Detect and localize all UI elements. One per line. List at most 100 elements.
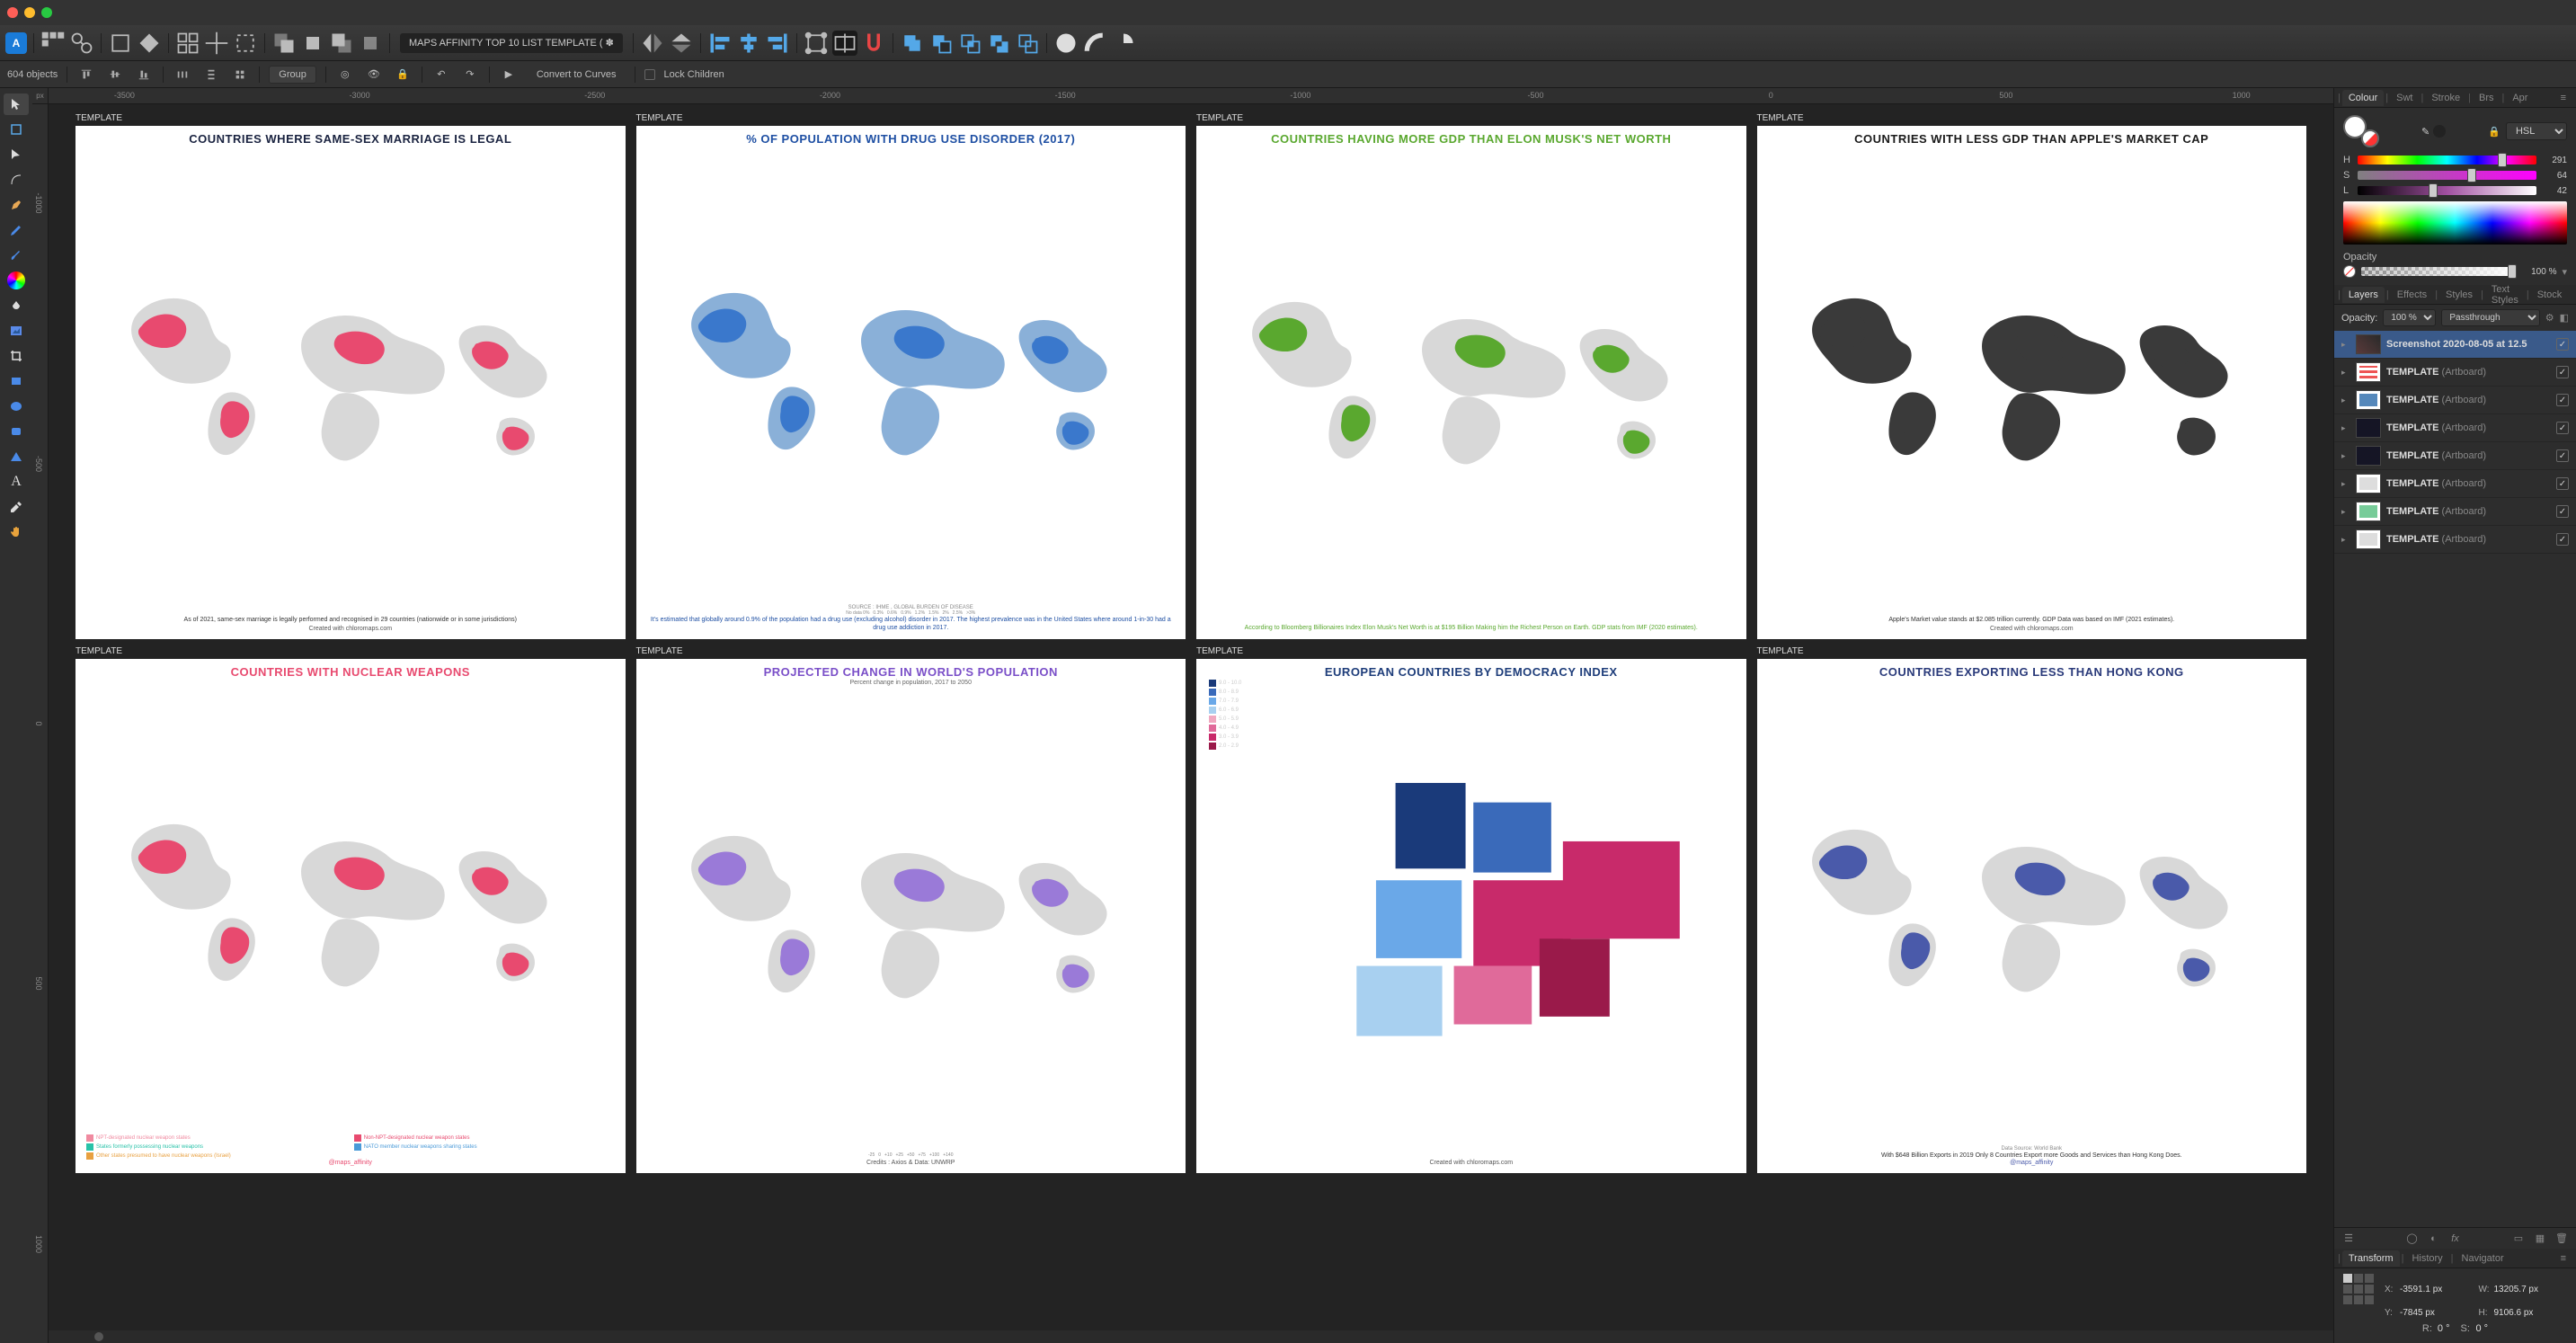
- transform-y[interactable]: Y:-7845 px: [2385, 1308, 2474, 1318]
- artboard-tool[interactable]: [4, 119, 29, 140]
- layer-row[interactable]: ▸ TEMPLATE (Artboard) ✓: [2334, 414, 2576, 442]
- layer-row[interactable]: ▸ TEMPLATE (Artboard) ✓: [2334, 498, 2576, 526]
- text-tool[interactable]: A: [4, 471, 29, 493]
- align-right-icon[interactable]: [765, 31, 790, 56]
- layer-visibility-checkbox[interactable]: ✓: [2556, 366, 2569, 378]
- transform-shear[interactable]: S:0 °: [2461, 1323, 2489, 1334]
- pen-tool[interactable]: [4, 194, 29, 216]
- fx-icon[interactable]: fx: [2448, 1233, 2463, 1244]
- group-button[interactable]: Group: [269, 66, 316, 84]
- boolean-xor-icon[interactable]: [986, 31, 1011, 56]
- layer-visibility-checkbox[interactable]: ✓: [2556, 338, 2569, 351]
- artboard[interactable]: TEMPLATECOUNTRIES HAVING MORE GDP THAN E…: [1196, 111, 1746, 639]
- insert-target-icon[interactable]: [832, 31, 857, 56]
- artboard[interactable]: TEMPLATE% OF POPULATION WITH DRUG USE DI…: [636, 111, 1186, 639]
- close-window[interactable]: [7, 7, 18, 18]
- transform-rotation[interactable]: R:0 °: [2422, 1323, 2450, 1334]
- corner-straight-icon[interactable]: [1111, 31, 1136, 56]
- layers-blend-select[interactable]: Passthrough: [2441, 309, 2539, 326]
- artboard[interactable]: TEMPLATEPROJECTED CHANGE IN WORLD'S POPU…: [636, 645, 1186, 1172]
- rectangle-tool[interactable]: [4, 370, 29, 392]
- convert-curves-button[interactable]: Convert to Curves: [528, 67, 626, 83]
- move-backward-icon[interactable]: [329, 31, 354, 56]
- artboard-tool-icon[interactable]: [108, 31, 133, 56]
- hue-slider[interactable]: [2358, 156, 2536, 165]
- persona-pixel-icon[interactable]: [69, 31, 94, 56]
- gear-icon[interactable]: ⚙: [2545, 312, 2554, 324]
- rotate-left-icon[interactable]: ↶: [431, 65, 451, 84]
- chevron-right-icon[interactable]: ▸: [2341, 451, 2350, 461]
- viewport[interactable]: TEMPLATECOUNTRIES WHERE SAME-SEX MARRIAG…: [49, 104, 2333, 1343]
- tab-swatches[interactable]: Swt: [2390, 90, 2419, 106]
- opacity-slider[interactable]: [2361, 267, 2515, 276]
- transform-w[interactable]: W:13205.7 px: [2479, 1285, 2568, 1294]
- move-back-icon[interactable]: [358, 31, 383, 56]
- rounded-rect-tool[interactable]: [4, 421, 29, 442]
- document-title[interactable]: MAPS AFFINITY TOP 10 LIST TEMPLATE ( ✽: [400, 33, 623, 53]
- layer-stack-icon[interactable]: ☰: [2341, 1232, 2356, 1244]
- tab-textstyles[interactable]: Text Styles: [2485, 281, 2525, 308]
- move-front-icon[interactable]: [271, 31, 297, 56]
- panel-menu-icon[interactable]: ≡: [2554, 90, 2572, 106]
- adjust-icon[interactable]: ◐: [2427, 1233, 2441, 1244]
- tab-history[interactable]: History: [2405, 1250, 2448, 1267]
- chevron-right-icon[interactable]: ▸: [2341, 423, 2350, 433]
- layer-row[interactable]: ▸ TEMPLATE (Artboard) ✓: [2334, 387, 2576, 414]
- opacity-menu-icon[interactable]: ▾: [2562, 266, 2567, 278]
- transparency-tool[interactable]: [4, 295, 29, 316]
- align-top-icon[interactable]: [76, 65, 96, 84]
- panel-menu-icon[interactable]: ≡: [2572, 287, 2576, 303]
- ruler-vertical[interactable]: -1000-50005001000: [32, 104, 49, 1343]
- delete-layer-icon[interactable]: 🗑: [2554, 1232, 2569, 1244]
- artboard[interactable]: TEMPLATECOUNTRIES WITH NUCLEAR WEAPONS N…: [76, 645, 626, 1172]
- dist-h-icon[interactable]: [173, 65, 192, 84]
- colour-wells[interactable]: [2343, 115, 2379, 147]
- align-middle-icon[interactable]: [105, 65, 125, 84]
- align-bottom-icon[interactable]: [134, 65, 154, 84]
- layer-visibility-checkbox[interactable]: ✓: [2556, 505, 2569, 518]
- ruler-origin[interactable]: px: [32, 88, 49, 104]
- boolean-intersect-icon[interactable]: [957, 31, 982, 56]
- add-layer-icon[interactable]: ▭: [2511, 1232, 2526, 1244]
- fill-tool[interactable]: [4, 270, 29, 291]
- chevron-right-icon[interactable]: ▸: [2341, 535, 2350, 545]
- ellipse-tool[interactable]: [4, 396, 29, 417]
- snap-bounds-icon[interactable]: [233, 31, 258, 56]
- layers-list[interactable]: ▸ Screenshot 2020-08-05 at 12.5 ✓▸ TEMPL…: [2334, 331, 2576, 1227]
- boolean-subtract-icon[interactable]: [928, 31, 954, 56]
- layer-row[interactable]: ▸ TEMPLATE (Artboard) ✓: [2334, 359, 2576, 387]
- artboard[interactable]: TEMPLATECOUNTRIES WITH LESS GDP THAN APP…: [1757, 111, 2307, 639]
- snap-guides-icon[interactable]: [204, 31, 229, 56]
- move-forward-icon[interactable]: [300, 31, 325, 56]
- tab-colour[interactable]: Colour: [2342, 90, 2384, 106]
- chevron-right-icon[interactable]: ▸: [2341, 368, 2350, 378]
- persona-vector-icon[interactable]: [40, 31, 66, 56]
- layers-opacity-select[interactable]: 100 %: [2383, 309, 2436, 326]
- move-tool[interactable]: [4, 93, 29, 115]
- corner-tool[interactable]: [4, 169, 29, 191]
- tab-effects[interactable]: Effects: [2391, 287, 2433, 303]
- colour-spectrum[interactable]: [2343, 201, 2567, 245]
- corner-round-icon[interactable]: [1082, 31, 1107, 56]
- boolean-divide-icon[interactable]: [1015, 31, 1040, 56]
- snap-toggle-icon[interactable]: [861, 31, 886, 56]
- chevron-right-icon[interactable]: ▸: [2341, 507, 2350, 517]
- symbol-icon[interactable]: [137, 31, 162, 56]
- maximize-window[interactable]: [41, 7, 52, 18]
- chevron-right-icon[interactable]: ▸: [2341, 479, 2350, 489]
- sat-slider[interactable]: [2358, 171, 2536, 180]
- colour-picker-tool[interactable]: [4, 496, 29, 518]
- layer-visibility-checkbox[interactable]: ✓: [2556, 449, 2569, 462]
- transform-h[interactable]: H:9106.6 px: [2479, 1308, 2568, 1318]
- flip-vertical-icon[interactable]: [669, 31, 694, 56]
- lock-colour-icon[interactable]: 🔒: [2488, 126, 2500, 138]
- node-tool[interactable]: [4, 144, 29, 165]
- layer-visibility-checkbox[interactable]: ✓: [2556, 422, 2569, 434]
- corner-icon[interactable]: [1053, 31, 1079, 56]
- flip-horizontal-icon[interactable]: [640, 31, 665, 56]
- artboard[interactable]: TEMPLATECOUNTRIES WHERE SAME-SEX MARRIAG…: [76, 111, 626, 639]
- tab-styles[interactable]: Styles: [2439, 287, 2479, 303]
- align-center-h-icon[interactable]: [736, 31, 761, 56]
- layer-visibility-checkbox[interactable]: ✓: [2556, 477, 2569, 490]
- eyedropper-icon[interactable]: ✎: [2421, 126, 2429, 138]
